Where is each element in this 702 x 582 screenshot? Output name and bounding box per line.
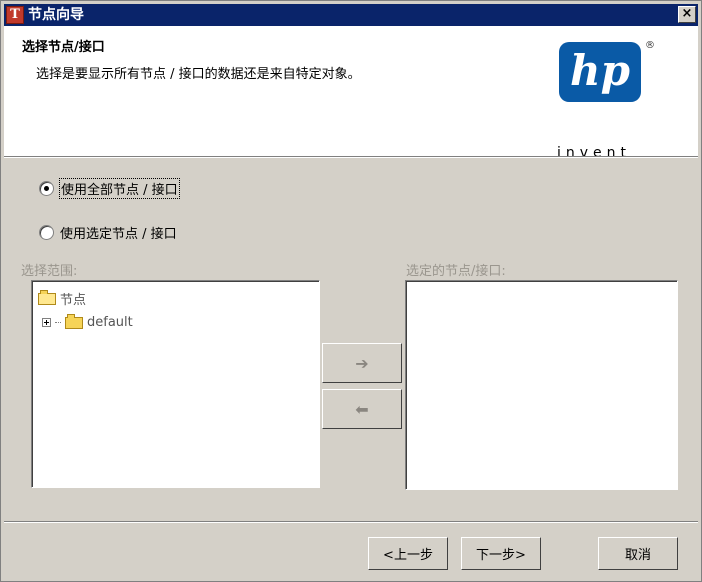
remove-button[interactable]: ⬅ (322, 389, 402, 429)
tree-connector (55, 322, 61, 323)
arrow-right-icon: ➔ (355, 353, 369, 373)
folder-open-icon (38, 289, 56, 305)
node-wizard-window: T 节点向导 × 选择节点/接口 选择是要显示所有节点 / 接口的数据还是来自特… (0, 0, 702, 582)
use-selected-label[interactable]: 使用选定节点 / 接口 (60, 223, 177, 242)
footer-divider (4, 521, 698, 523)
next-button[interactable]: 下一步> (461, 537, 541, 570)
registered-mark: ® (645, 40, 655, 51)
wizard-header: 选择节点/接口 选择是要显示所有节点 / 接口的数据还是来自特定对象。 hp ®… (4, 26, 698, 161)
scope-label: 选择范围: (21, 264, 78, 279)
use-selected-option[interactable]: 使用选定节点 / 接口 (39, 223, 177, 242)
title-bar[interactable]: T 节点向导 × (4, 4, 698, 26)
expand-plus-icon[interactable] (42, 318, 51, 327)
hp-logo-text: hp (570, 46, 630, 95)
hp-logo-tagline: invent (557, 145, 632, 161)
tree-node-default[interactable]: default (42, 313, 133, 330)
hp-logo: hp ® invent (557, 40, 655, 161)
selected-items-list[interactable] (405, 280, 678, 490)
tree-node-root[interactable]: 节点 (38, 289, 86, 308)
tree-node-default-label: default (87, 315, 133, 330)
use-all-option[interactable]: 使用全部节点 / 接口 (39, 178, 180, 199)
back-button[interactable]: <上一步 (368, 537, 448, 570)
use-all-label[interactable]: 使用全部节点 / 接口 (59, 178, 180, 199)
step-description: 选择是要显示所有节点 / 接口的数据还是来自特定对象。 (36, 67, 361, 82)
add-button[interactable]: ➔ (322, 343, 402, 383)
use-all-radio[interactable] (39, 181, 54, 196)
step-title: 选择节点/接口 (22, 40, 105, 55)
selected-items-label: 选定的节点/接口: (406, 264, 506, 279)
arrow-left-icon: ⬅ (355, 399, 369, 419)
cancel-button[interactable]: 取消 (598, 537, 678, 570)
tree-node-root-label: 节点 (60, 293, 87, 308)
window-title: 节点向导 (28, 7, 84, 23)
folder-icon (65, 313, 83, 329)
close-button[interactable]: × (678, 6, 696, 23)
app-icon: T (6, 6, 24, 24)
scope-tree[interactable]: 节点 default (31, 280, 320, 488)
header-divider (4, 156, 698, 158)
use-selected-radio[interactable] (39, 225, 54, 240)
